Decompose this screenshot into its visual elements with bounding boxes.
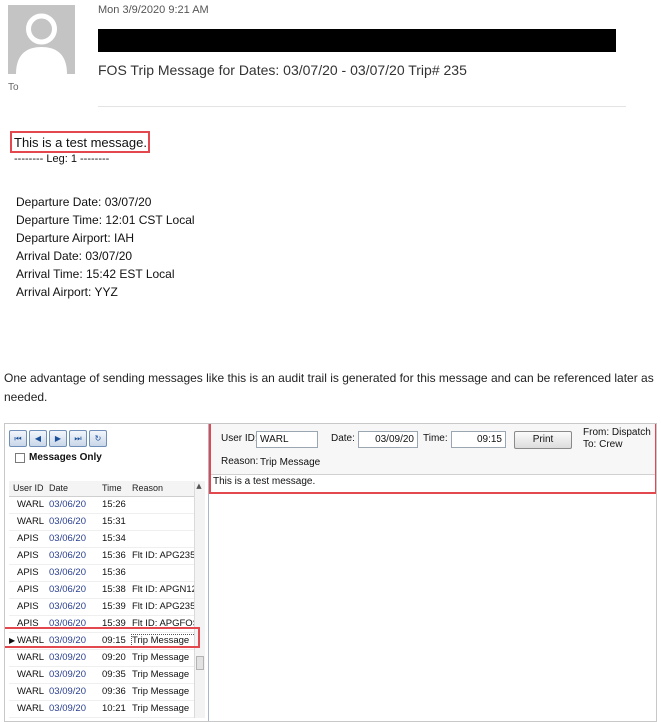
arrival-date: Arrival Date: 03/07/20	[16, 249, 133, 263]
cell-date: 03/06/20	[49, 516, 86, 527]
cell-time: 09:35	[102, 669, 126, 680]
cell-reason: Flt ID: APGN12	[132, 584, 195, 595]
message-text: This is a test message.	[14, 135, 147, 150]
message-detail-pane: User ID: WARL Date: 03/09/20 Time: 09:15…	[209, 424, 656, 721]
table-row[interactable]: APIS 03/06/20 15:38 Flt ID: APGN12	[9, 582, 205, 599]
message-list-pane: ⏮ ◀ ▶ ⏭ ↻ Messages Only User ID Date Tim…	[5, 424, 209, 721]
audit-trail-app: ⏮ ◀ ▶ ⏭ ↻ Messages Only User ID Date Tim…	[4, 423, 657, 722]
cell-time: 15:36	[102, 567, 126, 578]
cell-reason: Flt ID: APG235	[132, 601, 195, 612]
cell-date: 03/06/20	[49, 601, 86, 612]
arrival-time: Arrival Time: 15:42 EST Local	[16, 267, 175, 281]
table-row[interactable]: WARL 03/09/20 09:36 Trip Message	[9, 684, 205, 701]
next-record-icon[interactable]: ▶	[49, 430, 67, 447]
person-icon	[8, 5, 75, 74]
to-label: To	[8, 82, 19, 93]
explanation-paragraph: One advantage of sending messages like t…	[4, 371, 654, 404]
departure-airport: Departure Airport: IAH	[16, 231, 135, 245]
cell-reason: Trip Message	[132, 703, 190, 714]
column-time[interactable]: Time	[102, 483, 122, 493]
cell-date: 03/06/20	[49, 533, 86, 544]
table-row[interactable]: WARL 03/06/20 15:31	[9, 514, 205, 531]
cell-time: 09:36	[102, 686, 126, 697]
messages-only-checkbox[interactable]	[15, 453, 25, 463]
scroll-up-icon[interactable]: ▲	[194, 482, 204, 494]
table-row[interactable]: APIS 03/06/20 15:39 Flt ID: APG235	[9, 599, 205, 616]
list-scrollbar[interactable]	[194, 482, 205, 718]
header-divider	[98, 106, 626, 107]
cell-time: 09:20	[102, 652, 126, 663]
departure-date: Departure Date: 03/07/20	[16, 195, 152, 209]
cell-date: 03/06/20	[49, 550, 86, 561]
cell-time: 15:39	[102, 601, 126, 612]
redacted-recipient-bar	[98, 29, 616, 52]
form-highlight-box	[209, 424, 656, 494]
cell-time: 15:36	[102, 550, 126, 561]
cell-time: 15:38	[102, 584, 126, 595]
table-row[interactable]: APIS 03/06/20 15:34	[9, 531, 205, 548]
selected-row-highlight-box	[5, 627, 200, 648]
cell-date: 03/09/20	[49, 669, 86, 680]
refresh-icon[interactable]: ↻	[89, 430, 107, 447]
grid-header: User ID Date Time Reason	[9, 481, 205, 497]
cell-time: 15:31	[102, 516, 126, 527]
leg-line: -------- Leg: 1 --------	[14, 153, 110, 165]
cell-date: 03/06/20	[49, 499, 86, 510]
table-row[interactable]: WARL 03/09/20 10:21 Trip Message	[9, 701, 205, 718]
table-row[interactable]: WARL 03/06/20 15:26	[9, 497, 205, 514]
table-row[interactable]: WARL 03/09/20 09:35 Trip Message	[9, 667, 205, 684]
cell-date: 03/06/20	[49, 567, 86, 578]
prev-record-icon[interactable]: ◀	[29, 430, 47, 447]
cell-date: 03/09/20	[49, 686, 86, 697]
cell-time: 10:21	[102, 703, 126, 714]
table-row[interactable]: WARL 03/09/20 09:20 Trip Message	[9, 650, 205, 667]
cell-reason: Trip Message	[132, 686, 190, 697]
cell-reason: Trip Message	[132, 652, 190, 663]
cell-date: 03/09/20	[49, 652, 86, 663]
table-row[interactable]: APIS 03/06/20 15:36 Flt ID: APG235	[9, 548, 205, 565]
email-subject: FOS Trip Message for Dates: 03/07/20 - 0…	[98, 62, 467, 78]
cell-date: 03/06/20	[49, 584, 86, 595]
cell-time: 15:26	[102, 499, 126, 510]
messages-only-label: Messages Only	[29, 452, 102, 463]
cell-time: 15:34	[102, 533, 126, 544]
column-date[interactable]: Date	[49, 483, 68, 493]
cell-date: 03/09/20	[49, 703, 86, 714]
email-date: Mon 3/9/2020 9:21 AM	[98, 4, 209, 16]
scrollbar-thumb[interactable]	[196, 656, 204, 670]
cell-reason: Flt ID: APG235	[132, 550, 195, 561]
cell-reason: Trip Message	[132, 669, 190, 680]
departure-time: Departure Time: 12:01 CST Local	[16, 213, 195, 227]
sender-avatar	[8, 5, 75, 74]
table-row[interactable]: APIS 03/06/20 15:36	[9, 565, 205, 582]
last-record-icon[interactable]: ⏭	[69, 430, 87, 447]
column-user-id[interactable]: User ID	[13, 483, 44, 493]
arrival-airport: Arrival Airport: YYZ	[16, 285, 118, 299]
record-navigator: ⏮ ◀ ▶ ⏭ ↻	[9, 430, 129, 448]
column-reason[interactable]: Reason	[132, 483, 163, 493]
first-record-icon[interactable]: ⏮	[9, 430, 27, 447]
